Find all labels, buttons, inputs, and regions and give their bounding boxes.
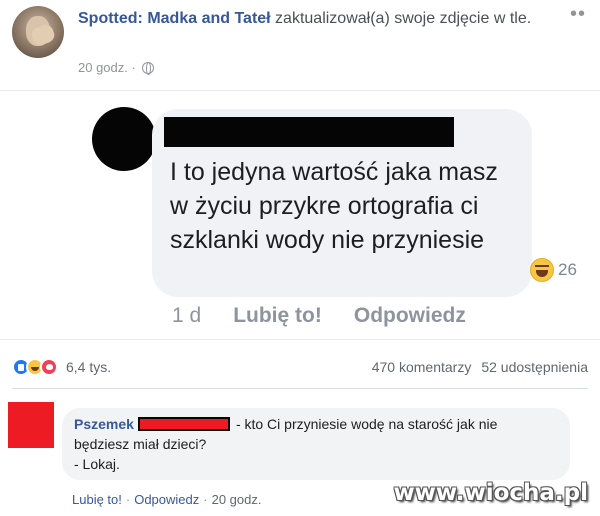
comment-text: Pszemek - kto Ci przyniesie wodę na staro… xyxy=(74,414,554,474)
redacted-name-bar xyxy=(164,117,454,147)
comment-actions: Lubię to! · Odpowiedz · 20 godz. xyxy=(72,492,261,507)
reaction-icons[interactable] xyxy=(12,358,58,376)
photo-reply-label: Odpowiedz xyxy=(353,304,466,327)
more-dots-icon[interactable]: •• xyxy=(570,4,586,24)
photo-comment-actions: 1 d Lubię to! Odpowiedz xyxy=(172,304,466,328)
comment-author-link[interactable]: Pszemek xyxy=(74,416,134,432)
photo-comment-bubble: I to jedyna wartość jaka masz w życiu pr… xyxy=(152,109,532,297)
globe-icon xyxy=(141,61,154,75)
comment-line-2: - Lokaj. xyxy=(74,456,120,472)
post-header: Spotted: Madka and Tateł zaktualizował(a… xyxy=(78,8,568,30)
photo-reaction-count: 26 xyxy=(558,260,577,279)
watermark-logo: www.wiocha.pl xyxy=(393,480,588,506)
post-meta: 20 godz. · xyxy=(78,60,154,75)
post-photo[interactable]: I to jedyna wartość jaka masz w życiu pr… xyxy=(0,90,600,340)
commenter-avatar[interactable] xyxy=(8,402,54,448)
love-reaction-icon xyxy=(40,358,58,376)
photo-reaction: 26 xyxy=(530,258,577,282)
comment-time[interactable]: 20 godz. xyxy=(212,492,262,507)
comment-like-button[interactable]: Lubię to! xyxy=(72,492,122,507)
photo-like-label: Lubię to! xyxy=(233,304,322,327)
comment-reply-button[interactable]: Odpowiedz xyxy=(134,492,199,507)
haha-emoji-icon xyxy=(530,258,554,282)
comments-count-link[interactable]: 470 komentarzy xyxy=(372,359,472,375)
photo-comment-time: 1 d xyxy=(172,304,202,327)
reactions-bar: 6,4 tys. 470 komentarzy 52 udostępnienia xyxy=(12,356,588,378)
separator-dot: · xyxy=(125,492,131,507)
post-stats: 470 komentarzy 52 udostępnienia xyxy=(372,359,588,375)
divider xyxy=(12,388,588,389)
comment-bubble: Pszemek - kto Ci przyniesie wodę na staro… xyxy=(62,408,570,480)
page-avatar[interactable] xyxy=(12,6,64,58)
redacted-surname-bar xyxy=(137,417,230,431)
post-action-text: zaktualizował(a) swoje zdjęcie w tle. xyxy=(270,10,532,27)
post-time[interactable]: 20 godz. · xyxy=(78,60,136,75)
photo-comment-text: I to jedyna wartość jaka masz w życiu pr… xyxy=(170,158,498,254)
redacted-avatar xyxy=(92,107,156,171)
page-name-link[interactable]: Spotted: Madka and Tateł xyxy=(78,10,271,27)
separator-dot: · xyxy=(203,492,208,507)
reaction-count[interactable]: 6,4 tys. xyxy=(66,359,111,375)
shares-count-link[interactable]: 52 udostępnienia xyxy=(481,359,588,375)
